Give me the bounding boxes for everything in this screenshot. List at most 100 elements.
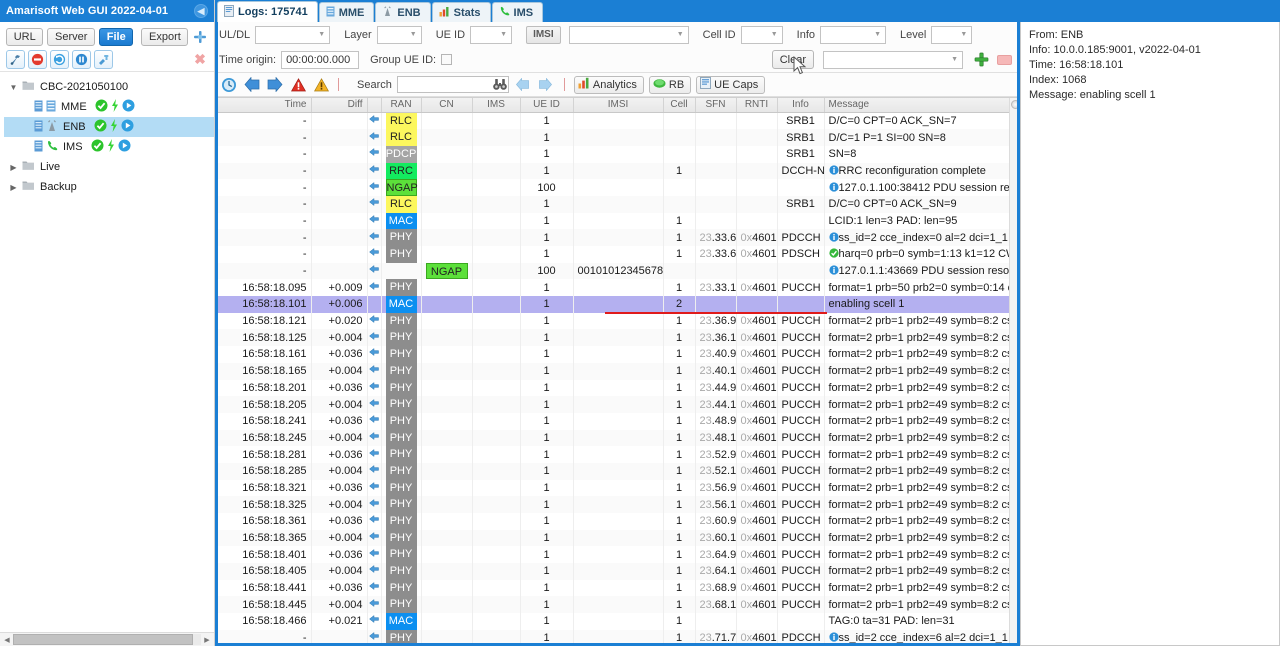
table-row[interactable]: 16:58:18.125+0.004PHY1123.36.180x4601PUC… (215, 329, 1020, 347)
table-row[interactable]: 16:58:18.441 +0.036 PHY 1 1 23.68.9 0x4601 PUCC… (215, 579, 1020, 597)
table-row[interactable]: 16:58:18.201 +0.036 PHY 1 1 23.44.9 0x4601 PUCC… (215, 379, 1020, 397)
table-row[interactable]: - PHY 1 1 23.33.6 0x4601 PDSCH harq=0 prb=0 sym… (215, 246, 1020, 263)
remove-filter-icon[interactable] (997, 54, 1012, 65)
table-row[interactable]: 16:58:18.281 +0.036 PHY 1 1 23.52.9 0x4601 PUCC… (215, 446, 1020, 463)
rb-button[interactable]: RB (648, 75, 692, 94)
tab-stats[interactable]: Stats (431, 2, 491, 22)
column-header-rnti[interactable]: RNTI (736, 98, 778, 113)
next-match-icon[interactable] (537, 76, 555, 94)
scroll-track[interactable] (13, 634, 201, 645)
table-row[interactable]: - NGAP 100 127.0.1.100:38412 PDU session re… (215, 179, 1020, 196)
play-icon[interactable] (121, 119, 134, 135)
table-row[interactable]: 16:58:18.165+0.004PHY1123.40.180x4601PUC… (215, 362, 1020, 380)
uecaps-button[interactable]: UE Caps (696, 75, 766, 94)
column-header-ran[interactable]: RAN (381, 98, 422, 113)
column-header-diff[interactable]: Diff (311, 98, 368, 113)
cellid-select[interactable]: ▼ (740, 25, 783, 44)
tree-item-mme[interactable]: MME (4, 97, 214, 117)
table-row[interactable]: - MAC 1 1 LCID:1 len=3 PAD: len=95 (215, 212, 1020, 230)
column-header-dir[interactable] (367, 98, 382, 113)
tree-item-cbc[interactable]: ▼ CBC-2021050100 (4, 77, 214, 97)
imsi-button[interactable]: IMSI (526, 25, 561, 44)
log-table-vertical-scrollbar[interactable] (1009, 98, 1020, 646)
layer-select[interactable]: ▼ (376, 25, 422, 44)
collapse-panel-icon[interactable]: ◀ (194, 4, 208, 18)
server-button[interactable]: Server (47, 27, 95, 46)
table-row[interactable]: 16:58:18.161 +0.036 PHY 1 1 23.40.9 0x4601 PUCC… (215, 346, 1020, 363)
table-row[interactable]: 16:58:18.401 +0.036 PHY 1 1 23.64.9 0x4601 PUCC… (215, 546, 1020, 564)
tab-mme[interactable]: MME (318, 2, 375, 22)
scroll-thumb[interactable] (1011, 100, 1020, 109)
chevron-down-icon[interactable]: ▼ (8, 83, 19, 92)
tree-item-enb[interactable]: ENB (4, 117, 214, 137)
column-header-imsi[interactable]: IMSI (573, 98, 664, 113)
warning-icon[interactable] (312, 76, 330, 94)
table-row[interactable]: 16:58:18.241 +0.036 PHY 1 1 23.48.9 0x4601 PUCC… (215, 412, 1020, 430)
table-row[interactable]: 16:58:18.361 +0.036 PHY 1 1 23.60.9 0x4601 PUCC… (215, 513, 1020, 530)
add-config-icon[interactable] (192, 29, 208, 45)
table-row[interactable]: 16:58:18.405+0.004PHY1123.64.180x4601PUC… (215, 563, 1020, 580)
column-header-cell[interactable]: Cell (663, 98, 696, 113)
check-icon[interactable] (94, 119, 107, 135)
tab-logs[interactable]: Logs: 175741 (217, 1, 318, 22)
table-row[interactable]: 16:58:18.101 +0.006 MAC 1 2 enabling scell 1 (215, 296, 1020, 313)
back-arrow-icon[interactable] (243, 76, 261, 94)
plug-icon[interactable] (94, 50, 113, 69)
bolt-icon[interactable] (111, 99, 119, 115)
table-row[interactable]: - RLC 1 SRB1 D/C=1 P=1 SI=00 SN=8 (215, 129, 1020, 146)
check-icon[interactable] (91, 139, 104, 155)
prev-match-icon[interactable] (514, 76, 532, 94)
table-row[interactable]: - PDCP 1 SRB1 SN=8 (215, 145, 1020, 163)
group-ueid-checkbox[interactable] (441, 54, 453, 65)
scroll-right-icon[interactable]: ▶ (201, 634, 213, 646)
check-icon[interactable] (95, 99, 108, 115)
table-row[interactable]: 16:58:18.245+0.004PHY1123.48.180x4601PUC… (215, 429, 1020, 447)
chevron-right-icon[interactable]: ▶ (8, 163, 19, 172)
info-select[interactable]: ▼ (820, 25, 886, 44)
table-row[interactable]: - PHY 1 1 23.33.6 0x4601 PDCCH ss_id=2 cce_inde… (215, 229, 1020, 246)
column-header-message[interactable]: Message (824, 98, 1020, 113)
uldl-select[interactable]: ▼ (255, 25, 331, 44)
table-row[interactable]: - NGAP 100 001010123456789 127.0.1.1:43669 P… (215, 262, 1020, 280)
imsi-select[interactable]: ▼ (568, 25, 689, 44)
table-row[interactable]: - RLC 1 SRB1 D/C=0 CPT=0 ACK_SN=7 (215, 112, 1020, 130)
table-row[interactable]: 16:58:18.205+0.004PHY1123.44.180x4601PUC… (215, 396, 1020, 413)
ueid-select[interactable]: ▼ (470, 25, 513, 44)
export-button[interactable]: Export (141, 27, 189, 46)
refresh-icon[interactable] (50, 50, 69, 69)
scroll-left-icon[interactable]: ◀ (1, 634, 13, 646)
table-row[interactable]: 16:58:18.121 +0.020 PHY 1 1 23.36.9 0x4601 PUCC… (215, 312, 1020, 330)
file-button[interactable]: File (99, 27, 134, 46)
column-header-cn[interactable]: CN (421, 98, 473, 113)
scroll-thumb[interactable] (13, 634, 194, 645)
pause-icon[interactable] (72, 50, 91, 69)
bolt-icon[interactable] (107, 139, 115, 155)
table-row[interactable]: - RLC 1 SRB1 D/C=0 CPT=0 ACK_SN=9 (215, 195, 1020, 213)
wrench-icon[interactable] (6, 50, 25, 69)
close-x-icon[interactable]: ✖ (192, 51, 208, 68)
table-row[interactable]: 16:58:18.285+0.004PHY1123.52.180x4601PUC… (215, 462, 1020, 480)
analytics-button[interactable]: Analytics (573, 75, 644, 94)
tree-item-backup[interactable]: ▶ Backup (4, 177, 214, 197)
forward-arrow-icon[interactable] (266, 76, 284, 94)
left-panel-horizontal-scrollbar[interactable]: ◀ ▶ (0, 632, 214, 646)
url-button[interactable]: URL (6, 27, 44, 46)
table-row[interactable]: 16:58:18.365+0.004PHY1123.60.180x4601PUC… (215, 529, 1020, 547)
table-row[interactable]: - PHY 1 1 23.71.7 0x4601 PDCCH ss_id=2 cce_inde… (215, 629, 1020, 646)
table-row[interactable]: 16:58:18.325+0.004PHY1123.56.180x4601PUC… (215, 496, 1020, 513)
tab-ims[interactable]: IMS (491, 2, 544, 22)
clock-icon[interactable] (220, 76, 238, 94)
log-table-container[interactable]: Time Diff RAN CN IMS UE ID IMSI Cell SFN RNTI Info… (215, 97, 1020, 646)
table-row[interactable]: - RRC 1 1 DCCH-NRRRC reconfiguration complet… (215, 162, 1020, 180)
column-header-time[interactable]: Time (215, 98, 312, 113)
level-select[interactable]: ▼ (931, 25, 973, 44)
table-row[interactable]: 16:58:18.095+0.009PHY1123.33.180x4601PUC… (215, 279, 1020, 297)
tree-item-live[interactable]: ▶ Live (4, 157, 214, 177)
clear-button[interactable]: Clear (771, 50, 814, 69)
column-header-ueid[interactable]: UE ID (520, 98, 574, 113)
error-icon[interactable] (289, 76, 307, 94)
table-row[interactable]: 16:58:18.445+0.004PHY1123.68.180x4601PUC… (215, 596, 1020, 614)
time-origin-input[interactable]: 00:00:00.000 (281, 50, 360, 69)
chevron-right-icon[interactable]: ▶ (8, 183, 19, 192)
tab-enb[interactable]: ENB (375, 2, 431, 22)
